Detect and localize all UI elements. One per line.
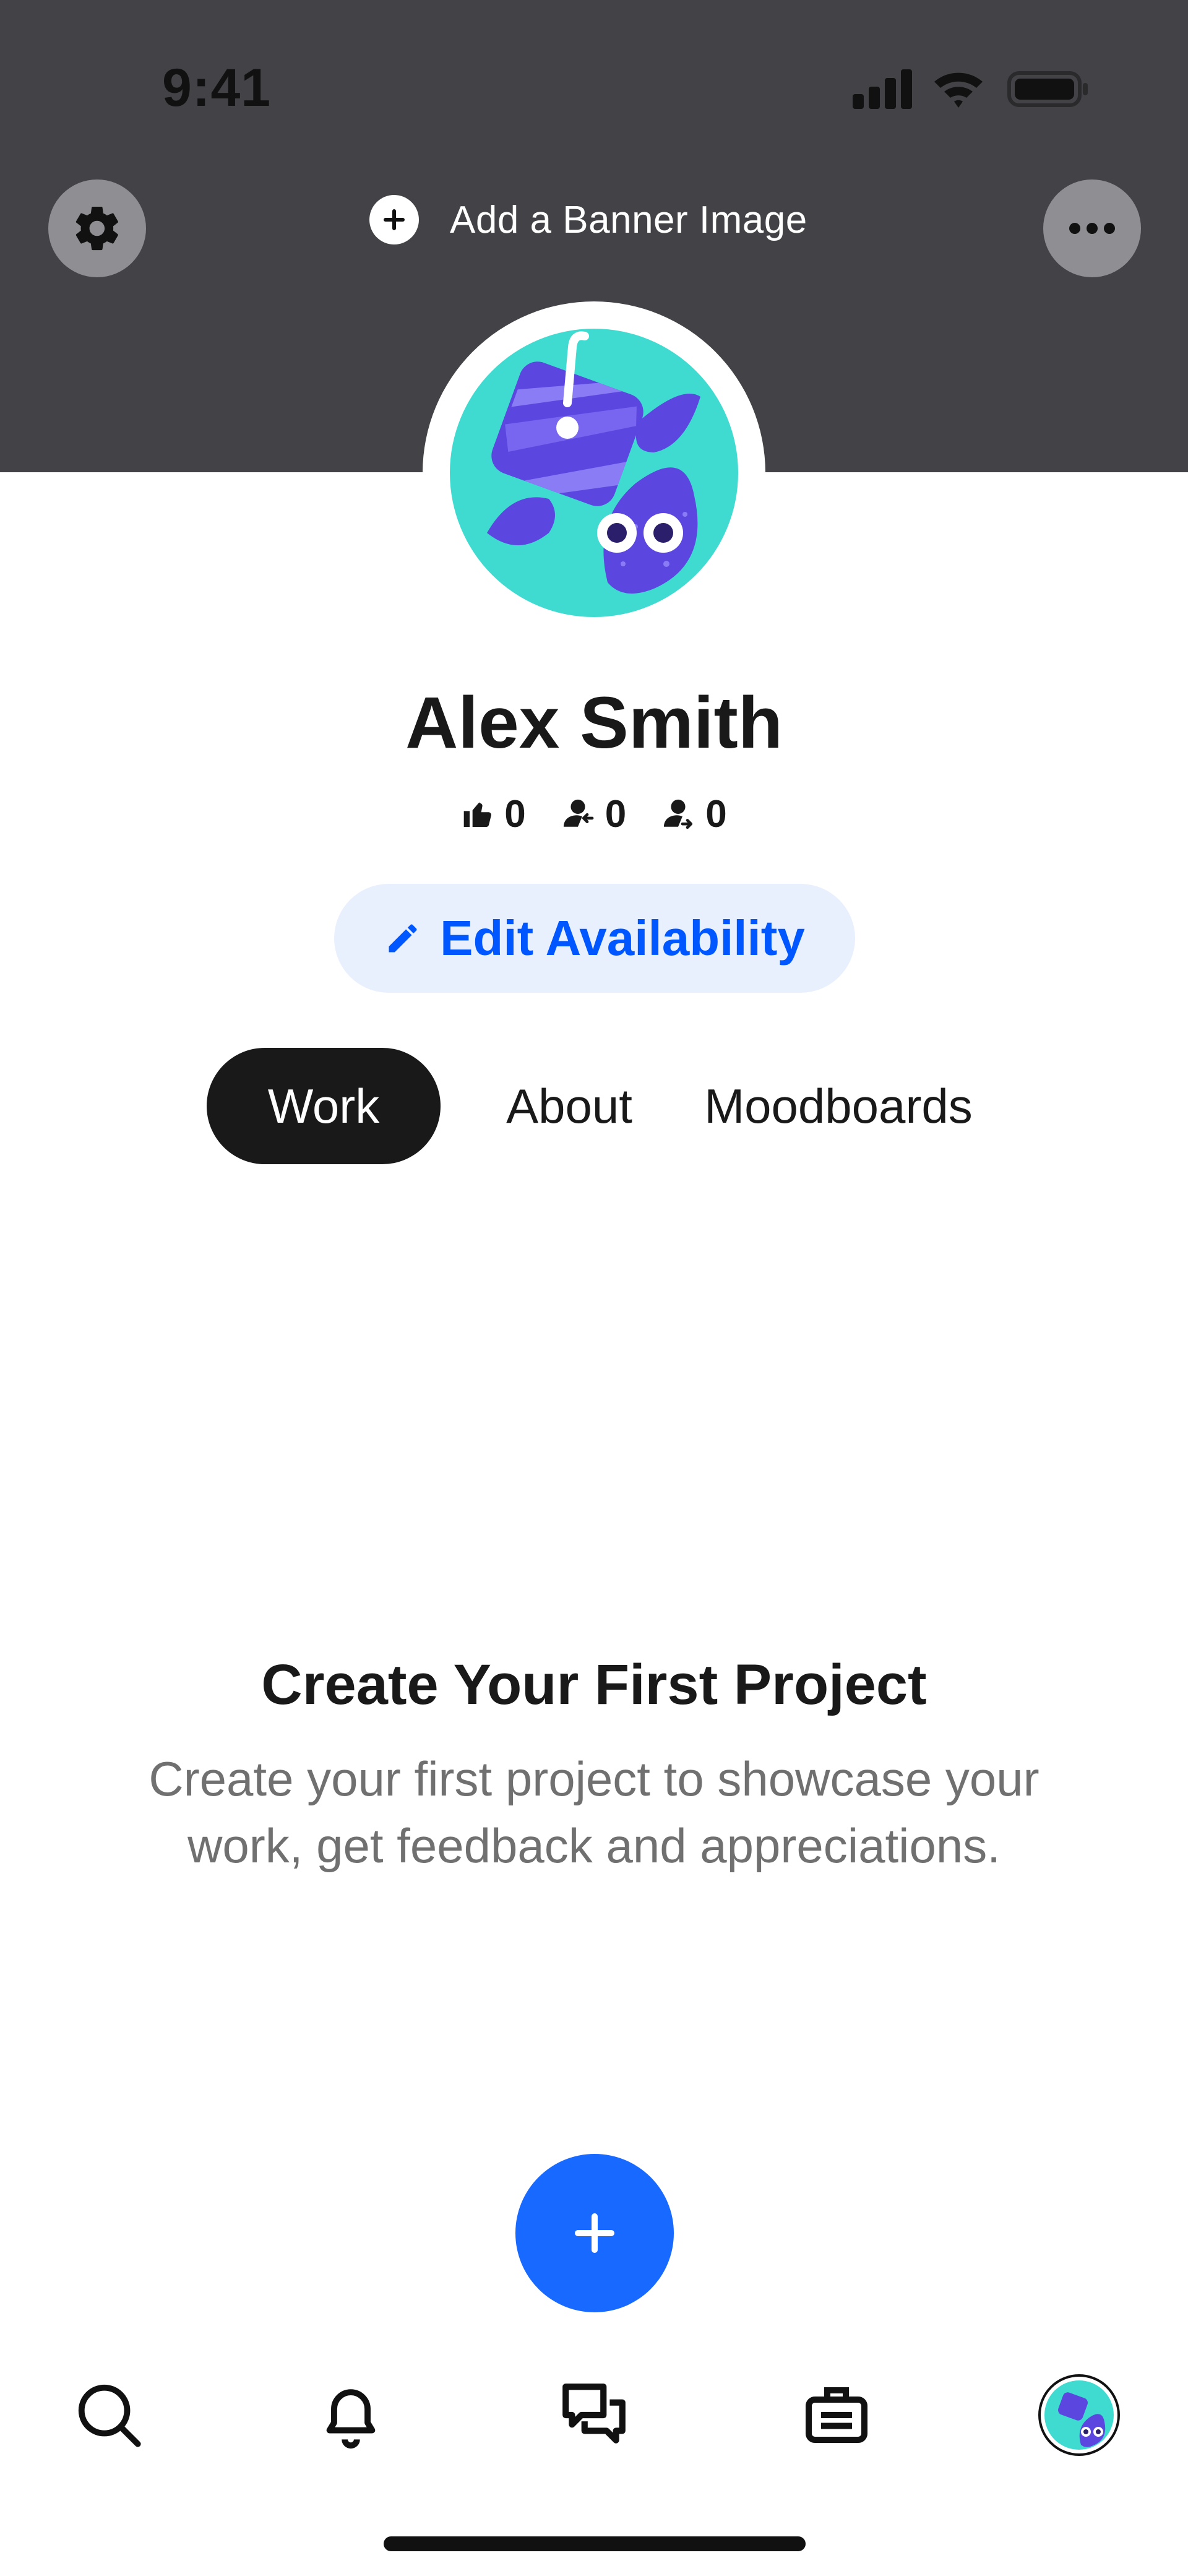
create-project-button[interactable] (515, 2154, 674, 2312)
followers-icon (563, 799, 594, 827)
more-horizontal-icon (1069, 223, 1115, 234)
nav-jobs[interactable] (793, 2372, 880, 2458)
home-indicator (384, 2536, 806, 2551)
plus-icon (575, 2213, 614, 2253)
profile-tabs: Work About Moodboards (0, 1048, 1188, 1164)
nav-messages[interactable] (551, 2372, 637, 2458)
bell-icon (326, 2389, 376, 2449)
add-banner-label: Add a Banner Image (450, 198, 807, 241)
settings-button[interactable] (48, 179, 146, 277)
empty-state-description: Create your first project to showcase yo… (148, 1752, 1040, 1873)
profile-name: Alex Smith (405, 682, 783, 764)
more-options-button[interactable] (1043, 179, 1141, 277)
followers-count: 0 (605, 792, 627, 836)
empty-state-title: Create Your First Project (261, 1653, 927, 1716)
add-banner-button[interactable]: Add a Banner Image (369, 192, 807, 248)
profile-avatar-icon (1038, 2374, 1120, 2456)
edit-availability-button[interactable]: Edit Availability (334, 884, 855, 993)
following-stat[interactable]: 0 (660, 792, 727, 836)
wifi-icon (934, 72, 983, 108)
tab-work[interactable]: Work (207, 1048, 441, 1164)
nav-notifications[interactable] (308, 2372, 394, 2458)
thumbs-up-icon (463, 802, 492, 827)
gear-icon (75, 206, 118, 251)
tab-moodboards[interactable]: Moodboards (687, 1048, 990, 1164)
profile-stats: 0 0 0 (0, 786, 1188, 842)
avatar-illustration (450, 329, 738, 617)
search-icon (78, 2384, 141, 2447)
tab-about[interactable]: About (489, 1048, 650, 1164)
following-icon (664, 799, 693, 829)
edit-availability-label: Edit Availability (440, 910, 805, 966)
pencil-icon (389, 924, 417, 953)
plus-circle-icon (369, 195, 419, 244)
battery-icon (1007, 71, 1088, 107)
nav-profile[interactable] (1036, 2372, 1122, 2458)
signal-icon (853, 69, 912, 109)
messages-icon (562, 2384, 626, 2444)
status-time: 9:41 (162, 58, 272, 118)
appreciations-stat[interactable]: 0 (461, 792, 526, 836)
appreciations-count: 0 (504, 792, 526, 836)
profile-avatar[interactable] (423, 301, 765, 644)
following-count: 0 (705, 792, 727, 836)
followers-stat[interactable]: 0 (559, 792, 626, 836)
briefcase-icon (806, 2387, 867, 2443)
nav-search[interactable] (66, 2372, 152, 2458)
